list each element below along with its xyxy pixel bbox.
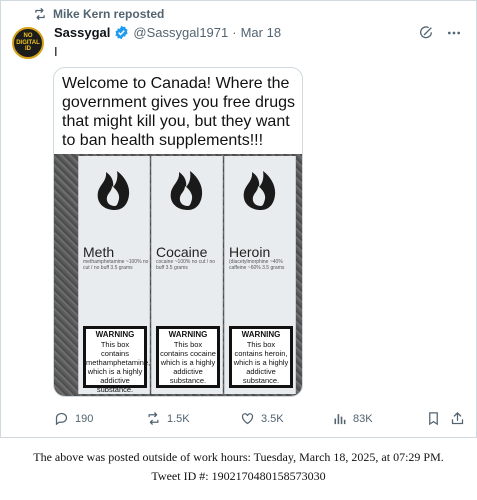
warning-title: WARNING xyxy=(241,330,281,339)
verified-badge-icon xyxy=(114,25,129,40)
drug-details: methamphetamine ~100% no cut / no buff 3… xyxy=(83,259,149,271)
flame-logo-icon xyxy=(170,171,203,210)
warning-label: WARNING This box contains cocaine which … xyxy=(156,326,220,388)
views-chart-icon xyxy=(332,411,347,426)
flame-logo-icon xyxy=(97,171,130,210)
drug-name: Heroin xyxy=(229,244,271,260)
product-box-meth: Meth methamphetamine ~100% no cut / no b… xyxy=(78,156,150,394)
warning-title: WARNING xyxy=(168,330,208,339)
more-options-icon[interactable] xyxy=(446,25,462,41)
share-button[interactable] xyxy=(450,411,471,426)
media-photo: Meth methamphetamine ~100% no cut / no b… xyxy=(54,154,302,396)
repost-indicator: Mike Kern reposted xyxy=(33,7,164,21)
bookmark-button[interactable] xyxy=(426,411,447,426)
post-date[interactable]: Mar 18 xyxy=(241,25,281,40)
like-count: 3.5K xyxy=(261,412,284,425)
warning-body: This box contains cocaine which is a hig… xyxy=(160,340,216,385)
repost-icon xyxy=(146,411,161,426)
flame-logo-icon xyxy=(243,171,276,210)
avatar-text: NO DIGITAL ID xyxy=(16,33,40,53)
warning-body: This box contains methamphetamine, which… xyxy=(86,340,151,394)
tweet-header: Sassygal @Sassygal1971 · Mar 18 xyxy=(54,25,281,40)
warning-body: This box contains heroin, which is a hig… xyxy=(233,340,289,385)
reply-button[interactable]: 190 xyxy=(54,411,93,426)
heart-icon xyxy=(240,411,255,426)
like-button[interactable]: 3.5K xyxy=(240,411,284,426)
share-icon xyxy=(450,411,465,426)
drug-name: Cocaine xyxy=(156,244,208,260)
drug-details: cocaine ~100% no cut / no buff 3.5 grams xyxy=(156,259,216,271)
separator-dot: · xyxy=(232,25,237,40)
tweet-actions: 190 1.5K 3.5K 83K xyxy=(54,411,464,429)
repost-text[interactable]: Mike Kern reposted xyxy=(53,7,164,21)
repost-button[interactable]: 1.5K xyxy=(146,411,190,426)
warning-title: WARNING xyxy=(95,330,135,339)
views-count: 83K xyxy=(353,412,373,425)
tweet-text: I xyxy=(54,44,58,59)
drug-name: Meth xyxy=(83,244,115,260)
footer-note: The above was posted outside of work hou… xyxy=(0,448,477,486)
media-caption: Welcome to Canada! Where the government … xyxy=(62,75,296,149)
footer-line-1: The above was posted outside of work hou… xyxy=(33,450,444,464)
product-box-cocaine: Cocaine cocaine ~100% no cut / no buff 3… xyxy=(151,156,223,394)
product-box-heroin: Heroin (diacetylmorphine ~40% caffeine ~… xyxy=(224,156,296,394)
grok-icon[interactable] xyxy=(418,25,434,41)
repost-count: 1.5K xyxy=(167,412,190,425)
views-button[interactable]: 83K xyxy=(332,411,373,426)
author-handle[interactable]: @Sassygal1971 xyxy=(133,25,228,40)
footer-line-2: Tweet ID #: 1902170480158573030 xyxy=(151,469,326,483)
reply-count: 190 xyxy=(75,412,94,425)
bookmark-icon xyxy=(426,411,441,426)
warning-label: WARNING This box contains methamphetamin… xyxy=(83,326,150,394)
drug-details: (diacetylmorphine ~40% caffeine ~60% 3.5… xyxy=(229,259,285,271)
header-actions xyxy=(418,25,462,41)
avatar[interactable]: NO DIGITAL ID xyxy=(12,27,44,59)
author-name[interactable]: Sassygal xyxy=(54,25,110,40)
tweet-media[interactable]: Welcome to Canada! Where the government … xyxy=(53,67,303,397)
reply-icon xyxy=(54,411,69,426)
tweet-card[interactable]: Mike Kern reposted NO DIGITAL ID Sassyga… xyxy=(0,0,477,438)
warning-label: WARNING This box contains heroin, which … xyxy=(229,326,293,388)
repost-icon xyxy=(33,7,47,21)
